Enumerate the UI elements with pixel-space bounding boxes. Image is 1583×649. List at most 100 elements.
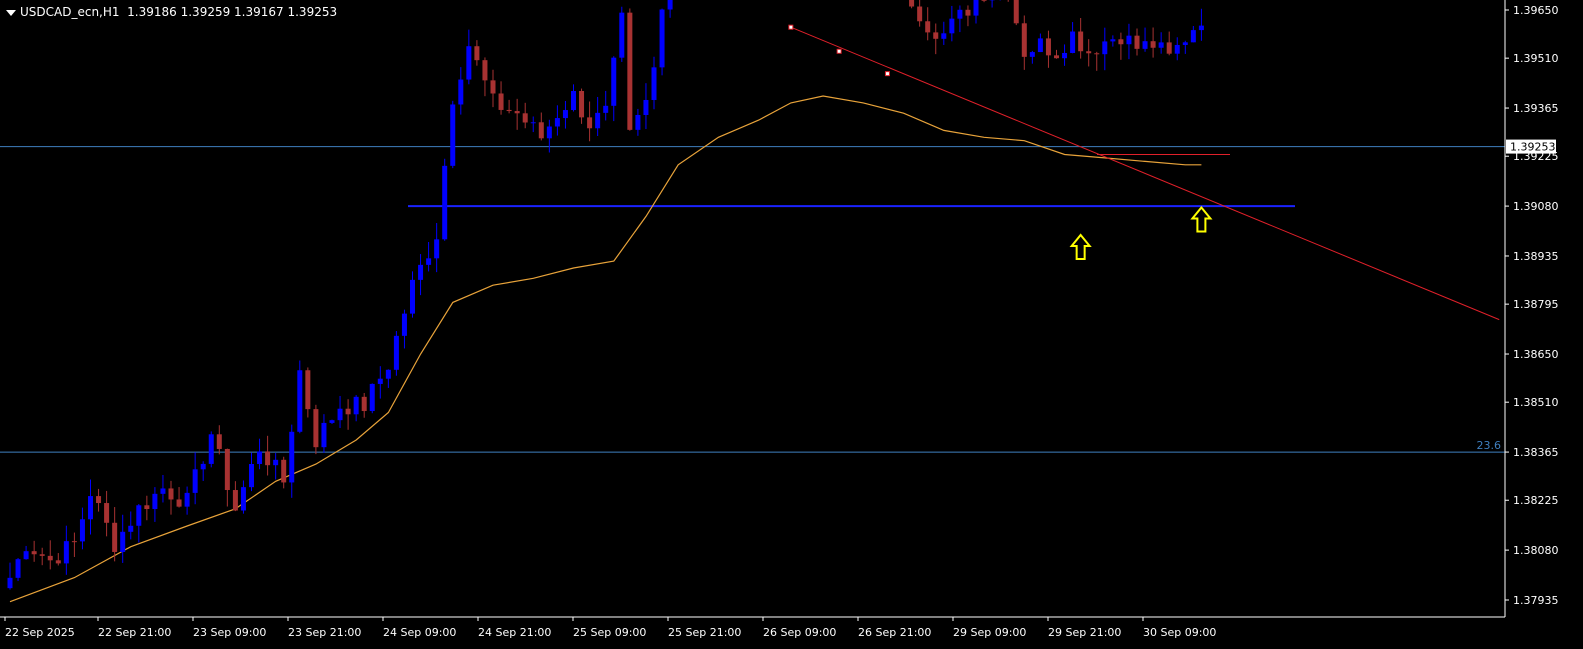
- bull-candle: [63, 541, 69, 564]
- bull-candle: [1182, 42, 1188, 45]
- bull-candle: [1110, 39, 1116, 42]
- bear-candle: [925, 21, 931, 33]
- bull-candle: [369, 383, 375, 412]
- bear-candle: [216, 434, 222, 449]
- bear-candle: [361, 396, 367, 412]
- bull-candle: [941, 33, 947, 39]
- bull-candle: [611, 57, 617, 106]
- bull-candle: [1158, 42, 1164, 48]
- symbol-header[interactable]: USDCAD_ecn,H1 1.39186 1.39259 1.39167 1.…: [6, 5, 337, 19]
- bull-candle: [160, 488, 166, 494]
- x-tick-label: 29 Sep 09:00: [953, 626, 1026, 639]
- ma-line: [9, 95, 1202, 603]
- bear-candle: [1150, 41, 1156, 48]
- bear-candle: [112, 522, 118, 552]
- bear-candle: [1094, 53, 1100, 55]
- bear-candle: [1054, 55, 1059, 59]
- bear-candle: [490, 80, 496, 94]
- x-tick-label: 24 Sep 21:00: [478, 626, 551, 639]
- bear-candle: [96, 496, 102, 504]
- bear-candle: [1086, 51, 1092, 54]
- bear-candle: [965, 9, 971, 16]
- x-tick-label: 30 Sep 09:00: [1143, 626, 1216, 639]
- bear-candle: [265, 451, 271, 466]
- swing-marker: [788, 24, 794, 30]
- bear-candle: [482, 60, 488, 81]
- bull-candle: [973, 0, 979, 16]
- bear-candle: [933, 32, 939, 39]
- bull-candle: [1126, 35, 1132, 45]
- bear-candle: [313, 409, 319, 448]
- bear-candle: [498, 93, 504, 110]
- ohlc-values: 1.39186 1.39259 1.39167 1.39253: [127, 5, 338, 19]
- bull-candle: [595, 112, 601, 129]
- bull-candle: [1070, 31, 1076, 53]
- bull-candle: [651, 67, 657, 100]
- bull-candle: [546, 126, 552, 139]
- current-price-text: 1.39253: [1510, 141, 1556, 154]
- bear-candle: [305, 370, 311, 410]
- bull-candle: [15, 559, 21, 578]
- x-tick-label: 22 Sep 2025: [5, 626, 75, 639]
- y-tick-label: 1.39510: [1513, 52, 1559, 65]
- x-tick-label: 25 Sep 09:00: [573, 626, 646, 639]
- y-tick-label: 1.38365: [1513, 446, 1559, 459]
- bear-candle: [345, 408, 351, 415]
- bear-candle: [981, 0, 987, 1]
- bull-candle: [240, 487, 246, 511]
- bull-candle: [554, 118, 560, 127]
- bull-candle: [1174, 44, 1180, 54]
- price-chart: 23.6 1.396501.395101.393651.392251.39080…: [0, 0, 1559, 639]
- bear-candle: [514, 111, 520, 114]
- y-tick-label: 1.38650: [1513, 348, 1559, 361]
- y-tick-label: 1.38935: [1513, 250, 1559, 263]
- bear-candle: [627, 12, 633, 130]
- up-arrow-icon: [1069, 233, 1092, 261]
- bull-candle: [257, 451, 263, 465]
- bull-candle: [401, 313, 407, 336]
- y-tick-label: 1.38510: [1513, 396, 1559, 409]
- x-tick-label: 23 Sep 09:00: [193, 626, 266, 639]
- bull-candle: [643, 99, 649, 115]
- axes: 1.396501.395101.393651.392251.390801.389…: [0, 0, 1559, 639]
- bear-candle: [587, 117, 593, 129]
- y-tick-label: 1.38225: [1513, 494, 1559, 507]
- bull-candle: [1062, 52, 1068, 59]
- bull-candle: [450, 104, 456, 166]
- bull-candle: [571, 90, 576, 111]
- x-tick-label: 26 Sep 21:00: [858, 626, 931, 639]
- bull-candle: [949, 18, 955, 34]
- fib-label: 23.6: [1477, 439, 1502, 452]
- y-tick-label: 1.39365: [1513, 102, 1559, 115]
- bull-candle: [377, 378, 383, 384]
- bear-candle: [538, 122, 544, 139]
- bull-candle: [192, 469, 198, 493]
- bull-candle: [289, 431, 295, 483]
- x-tick-label: 29 Sep 21:00: [1048, 626, 1121, 639]
- bear-candle: [506, 109, 512, 112]
- bear-candle: [39, 554, 45, 556]
- bull-candle: [458, 79, 464, 105]
- bear-candle: [917, 6, 923, 22]
- swing-marker: [836, 48, 842, 54]
- bull-candle: [393, 335, 399, 370]
- overlays: [788, 24, 1500, 321]
- bear-candle: [1021, 23, 1027, 57]
- bull-candle: [297, 370, 303, 432]
- bull-candle: [337, 408, 343, 421]
- bull-candle: [1029, 52, 1035, 57]
- bull-candle: [385, 369, 391, 379]
- bull-candle: [1198, 25, 1204, 31]
- bull-candle: [208, 434, 214, 464]
- bear-candle: [1078, 31, 1084, 52]
- bull-candle: [23, 551, 29, 560]
- bull-candle: [273, 459, 279, 466]
- dropdown-icon[interactable]: [6, 9, 16, 16]
- bull-candle: [410, 279, 415, 314]
- bull-candle: [1142, 41, 1148, 49]
- x-tick-label: 23 Sep 21:00: [288, 626, 361, 639]
- bull-candle: [635, 114, 641, 130]
- bull-candle: [120, 531, 126, 552]
- candles: [7, 0, 1204, 590]
- bear-candle: [55, 560, 61, 564]
